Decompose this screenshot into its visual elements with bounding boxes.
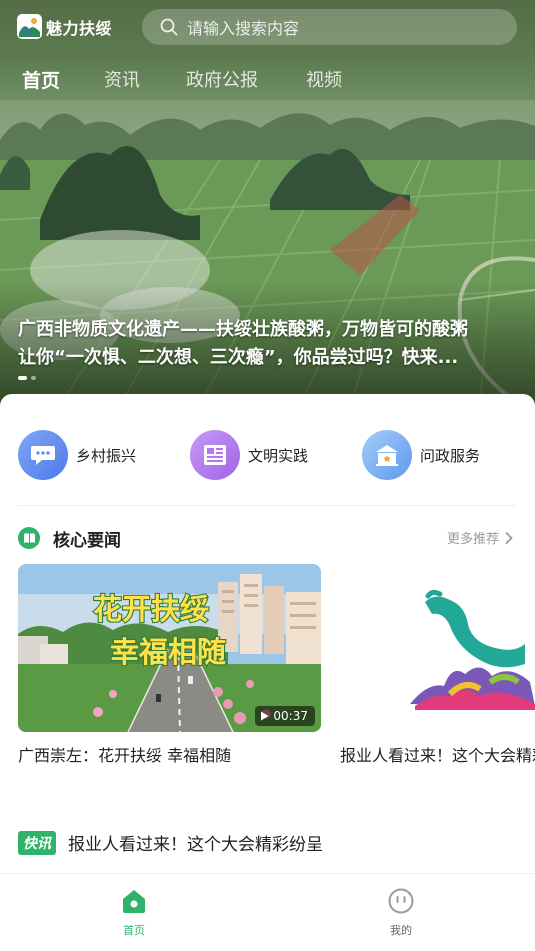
home-icon (123, 890, 145, 913)
shortcut-civilization-practice[interactable]: 文明实践 (190, 430, 308, 480)
thumbnail-title-2: 幸福相随 (110, 635, 226, 669)
news-card-thumbnail[interactable]: 花开扶绥 幸福相随 00:37 (18, 564, 321, 732)
book-icon (18, 527, 40, 549)
search-icon (160, 18, 178, 36)
news-card-title[interactable]: 报业人看过来！这个大会精彩纷呈 (340, 742, 535, 766)
flash-badge: 快讯 (18, 830, 56, 855)
nav-profile[interactable]: 我的 (371, 888, 431, 938)
tab-government-bulletin[interactable]: 政府公报 (186, 66, 258, 92)
core-news-header: 核心要闻 更多推荐 (18, 526, 517, 551)
core-news-title: 核心要闻 (53, 530, 121, 551)
shortcut-label: 乡村振兴 (76, 446, 137, 465)
event-logo-image (340, 564, 535, 732)
government-building-icon (362, 430, 412, 480)
flash-news-item[interactable]: 快讯 报业人看过来！这个大会精彩纷呈 (18, 830, 323, 855)
shortcut-label: 文明实践 (248, 446, 309, 465)
tab-video[interactable]: 视频 (306, 66, 342, 92)
shortcut-label: 问政服务 (420, 446, 481, 465)
divider (18, 505, 517, 506)
play-icon (261, 711, 269, 721)
banner-caption-line-2: 让你“一次惧、二次想、三次瘾”，你品尝过吗？快来... (18, 347, 459, 368)
tab-home[interactable]: 首页 (22, 66, 60, 93)
search-placeholder: 请输入搜索内容 (187, 19, 300, 38)
content-sheet: 乡村振兴 文明实践 问政服务 核心要闻 更多推荐 花开扶绥 幸福相随 00:37… (0, 394, 535, 951)
nav-home-label: 首页 (123, 924, 145, 937)
nav-home[interactable]: 首页 (104, 888, 164, 938)
more-recommend-link[interactable]: 更多推荐 (447, 528, 513, 547)
tab-news[interactable]: 资讯 (104, 66, 140, 92)
shortcut-row: 乡村振兴 文明实践 问政服务 (0, 430, 535, 482)
video-duration-badge: 00:37 (255, 706, 315, 726)
shortcut-government-service[interactable]: 问政服务 (362, 430, 480, 480)
carousel-indicator (18, 376, 36, 380)
video-duration: 00:37 (273, 709, 308, 723)
flash-news-text: 报业人看过来！这个大会精彩纷呈 (68, 835, 323, 855)
bottom-nav: 首页 我的 (0, 873, 535, 951)
app-logo-icon (17, 14, 42, 39)
news-card-thumbnail[interactable] (340, 564, 535, 732)
banner-caption-line-1: 广西非物质文化遗产——扶绥壮族酸粥，万物皆可的酸粥 (18, 319, 468, 340)
banner-caption[interactable]: 广西非物质文化遗产——扶绥壮族酸粥，万物皆可的酸粥 让你“一次惧、二次想、三次瘾… (18, 316, 518, 372)
carousel-dot-active (18, 376, 27, 380)
newspaper-icon (190, 430, 240, 480)
news-card-title[interactable]: 广西崇左：花开扶绥 幸福相随 (18, 742, 231, 766)
chat-bubble-icon (18, 430, 68, 480)
top-bar: 魅力扶绥 请输入搜索内容 (0, 0, 535, 56)
profile-face-icon (388, 888, 414, 914)
tab-bar: 首页 资讯 政府公报 视频 (0, 56, 535, 100)
search-bar[interactable]: 请输入搜索内容 (142, 9, 517, 45)
shortcut-rural-revitalization[interactable]: 乡村振兴 (18, 430, 136, 480)
carousel-dot (31, 376, 36, 380)
app-name: 魅力扶绥 (46, 18, 113, 38)
chevron-right-icon (505, 531, 513, 544)
nav-profile-label: 我的 (390, 924, 412, 937)
app-logo[interactable]: 魅力扶绥 (17, 14, 112, 39)
more-recommend-label: 更多推荐 (446, 532, 499, 547)
thumbnail-title-1: 花开扶绥 (93, 592, 209, 626)
